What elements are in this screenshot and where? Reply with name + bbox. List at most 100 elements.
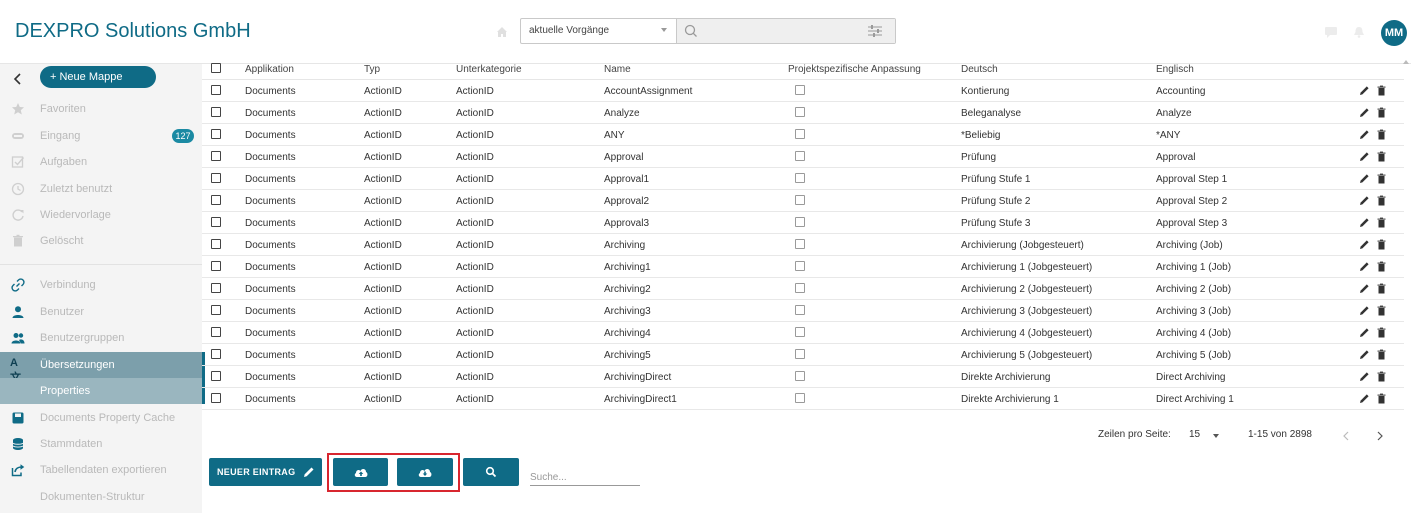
- bell-icon[interactable]: [1352, 26, 1366, 38]
- project-specific-checkbox[interactable]: [795, 349, 805, 359]
- project-specific-checkbox[interactable]: [795, 283, 805, 293]
- column-header-unterkategorie[interactable]: Unterkategorie: [456, 64, 522, 75]
- pencil-icon[interactable]: [1359, 107, 1370, 118]
- sidebar-item-verbindung[interactable]: Verbindung: [0, 272, 202, 298]
- sidebar-item-properties[interactable]: Properties: [0, 378, 202, 404]
- project-specific-checkbox[interactable]: [795, 107, 805, 117]
- trash-icon[interactable]: [1376, 349, 1387, 360]
- project-specific-checkbox[interactable]: [795, 261, 805, 271]
- sidebar-item-eingang[interactable]: Eingang 127: [0, 123, 202, 149]
- trash-icon[interactable]: [1376, 217, 1387, 228]
- table-row[interactable]: Documents ActionID ActionID AccountAssignme…: [202, 80, 1404, 102]
- search-input[interactable]: [677, 19, 895, 43]
- project-specific-checkbox[interactable]: [795, 327, 805, 337]
- sidebar-item-geloescht[interactable]: Gelöscht: [0, 228, 202, 254]
- sidebar-item-stammdaten[interactable]: Stammdaten: [0, 431, 202, 457]
- trash-icon[interactable]: [1376, 239, 1387, 250]
- column-header-projektspezifisch[interactable]: Projektspezifische Anpassung: [788, 64, 921, 75]
- project-specific-checkbox[interactable]: [795, 239, 805, 249]
- row-select-checkbox[interactable]: [211, 195, 221, 205]
- trash-icon[interactable]: [1376, 283, 1387, 294]
- project-specific-checkbox[interactable]: [795, 173, 805, 183]
- home-icon[interactable]: [496, 26, 508, 38]
- row-select-checkbox[interactable]: [211, 107, 221, 117]
- row-select-checkbox[interactable]: [211, 349, 221, 359]
- row-select-checkbox[interactable]: [211, 283, 221, 293]
- pencil-icon[interactable]: [1359, 305, 1370, 316]
- avatar[interactable]: MM: [1381, 20, 1407, 46]
- row-select-checkbox[interactable]: [211, 129, 221, 139]
- pencil-icon[interactable]: [1359, 151, 1370, 162]
- table-row[interactable]: Documents ActionID ActionID Archiving3 Archi…: [202, 300, 1404, 322]
- trash-icon[interactable]: [1376, 173, 1387, 184]
- new-folder-button[interactable]: + Neue Mappe: [40, 66, 156, 88]
- row-select-checkbox[interactable]: [211, 217, 221, 227]
- table-row[interactable]: Documents ActionID ActionID ArchivingDirect…: [202, 388, 1404, 410]
- project-specific-checkbox[interactable]: [795, 305, 805, 315]
- table-row[interactable]: Documents ActionID ActionID Archiving1 Archi…: [202, 256, 1404, 278]
- select-all-checkbox[interactable]: [211, 63, 221, 73]
- sidebar-item-wiedervorlage[interactable]: Wiedervorlage: [0, 202, 202, 228]
- project-specific-checkbox[interactable]: [795, 393, 805, 403]
- pencil-icon[interactable]: [1359, 327, 1370, 338]
- pencil-icon[interactable]: [1359, 217, 1370, 228]
- chevron-down-icon[interactable]: [1213, 434, 1219, 438]
- project-specific-checkbox[interactable]: [795, 85, 805, 95]
- pencil-icon[interactable]: [1359, 261, 1370, 272]
- scroll-up-icon[interactable]: [1403, 60, 1409, 64]
- table-row[interactable]: Documents ActionID ActionID ArchivingDirect…: [202, 366, 1404, 388]
- project-specific-checkbox[interactable]: [795, 151, 805, 161]
- table-row[interactable]: Documents ActionID ActionID Approval2 Prüfun…: [202, 190, 1404, 212]
- pencil-icon[interactable]: [1359, 85, 1370, 96]
- table-row[interactable]: Documents ActionID ActionID Archiving5 Archi…: [202, 344, 1404, 366]
- column-header-englisch[interactable]: Englisch: [1156, 64, 1194, 75]
- trash-icon[interactable]: [1376, 327, 1387, 338]
- trash-icon[interactable]: [1376, 129, 1387, 140]
- sidebar-item-benutzergruppen[interactable]: Benutzergruppen: [0, 325, 202, 351]
- pencil-icon[interactable]: [1359, 349, 1370, 360]
- sidebar-item-dokumenten-struktur[interactable]: Dokumenten-Struktur: [0, 484, 202, 510]
- column-header-applikation[interactable]: Applikation: [245, 64, 294, 75]
- sidebar-item-uebersetzungen[interactable]: A文 Übersetzungen: [0, 352, 202, 384]
- trash-icon[interactable]: [1376, 305, 1387, 316]
- sidebar-item-favoriten[interactable]: Favoriten: [0, 96, 202, 122]
- table-row[interactable]: Documents ActionID ActionID Approval1 Prüfun…: [202, 168, 1404, 190]
- chevron-left-icon[interactable]: [1342, 431, 1350, 441]
- row-select-checkbox[interactable]: [211, 393, 221, 403]
- table-search-input[interactable]: Suche...: [530, 470, 640, 486]
- pencil-icon[interactable]: [1359, 239, 1370, 250]
- chevron-left-icon[interactable]: [12, 72, 24, 86]
- column-header-deutsch[interactable]: Deutsch: [961, 64, 998, 75]
- trash-icon[interactable]: [1376, 371, 1387, 382]
- project-specific-checkbox[interactable]: [795, 217, 805, 227]
- trash-icon[interactable]: [1376, 393, 1387, 404]
- project-specific-checkbox[interactable]: [795, 129, 805, 139]
- chevron-right-icon[interactable]: [1376, 431, 1384, 441]
- table-row[interactable]: Documents ActionID ActionID Approval3 Prüfun…: [202, 212, 1404, 234]
- table-row[interactable]: Documents ActionID ActionID Approval Prüfung…: [202, 146, 1404, 168]
- filter-settings-icon[interactable]: [867, 24, 883, 38]
- rows-per-page-select[interactable]: 15: [1189, 429, 1200, 440]
- column-header-name[interactable]: Name: [604, 64, 631, 75]
- row-select-checkbox[interactable]: [211, 239, 221, 249]
- chat-icon[interactable]: [1324, 26, 1338, 38]
- trash-icon[interactable]: [1376, 151, 1387, 162]
- pencil-icon[interactable]: [1359, 195, 1370, 206]
- project-specific-checkbox[interactable]: [795, 371, 805, 381]
- trash-icon[interactable]: [1376, 261, 1387, 272]
- column-header-typ[interactable]: Typ: [364, 64, 380, 75]
- project-specific-checkbox[interactable]: [795, 195, 805, 205]
- row-select-checkbox[interactable]: [211, 151, 221, 161]
- search-button[interactable]: [463, 458, 519, 486]
- pencil-icon[interactable]: [1359, 371, 1370, 382]
- row-select-checkbox[interactable]: [211, 305, 221, 315]
- table-row[interactable]: Documents ActionID ActionID Analyze Belegana…: [202, 102, 1404, 124]
- table-row[interactable]: Documents ActionID ActionID Archiving Archiv…: [202, 234, 1404, 256]
- row-select-checkbox[interactable]: [211, 371, 221, 381]
- trash-icon[interactable]: [1376, 107, 1387, 118]
- row-select-checkbox[interactable]: [211, 261, 221, 271]
- pencil-icon[interactable]: [1359, 173, 1370, 184]
- sidebar-item-tabellendaten-exportieren[interactable]: Tabellendaten exportieren: [0, 457, 202, 483]
- pencil-icon[interactable]: [1359, 129, 1370, 140]
- table-row[interactable]: Documents ActionID ActionID ANY *Beliebig *AN…: [202, 124, 1404, 146]
